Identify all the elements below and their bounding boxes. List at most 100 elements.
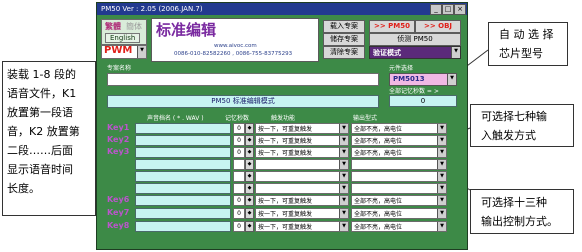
close-button[interactable]: ×: [454, 4, 466, 15]
output-mode-select[interactable]: ▼: [351, 183, 447, 194]
output-mode-select[interactable]: ▼: [351, 171, 447, 182]
output-mode-value: 全部不亮，高电位: [354, 126, 403, 133]
output-mode-select[interactable]: 全部不亮，高电位 ▼: [351, 135, 447, 146]
trigger-mode-select[interactable]: 按一下，可重复触发 ▼: [255, 195, 349, 206]
memory-seconds-value: 0: [233, 195, 245, 206]
chevron-down-icon[interactable]: ▼: [451, 47, 460, 58]
chevron-down-icon[interactable]: ▼: [437, 172, 446, 181]
trigger-mode-select[interactable]: 按一下，可重复触发 ▼: [255, 135, 349, 146]
page-title: 标准编辑: [156, 21, 217, 39]
play-button[interactable]: ◆: [245, 123, 254, 134]
trigger-mode-select[interactable]: ▼: [255, 159, 349, 170]
output-mode-value: 全部不亮，高电位: [354, 211, 403, 218]
traditional-chinese-button[interactable]: 簡体: [126, 21, 142, 32]
voice-file-input[interactable]: [135, 147, 231, 158]
chevron-down-icon[interactable]: ▼: [339, 196, 348, 205]
maximize-button[interactable]: □: [442, 4, 454, 15]
output-mode-select[interactable]: 全部不亮，高电位 ▼: [351, 208, 447, 219]
trigger-mode-select[interactable]: 按一下，可重复触发 ▼: [255, 208, 349, 219]
chevron-down-icon[interactable]: ▼: [339, 184, 348, 193]
key-row: Key7 0 ◆ 按一下，可重复触发 ▼ 全部不亮，高电位 ▼: [97, 208, 467, 219]
chevron-down-icon[interactable]: ▼: [437, 222, 446, 231]
clear-project-button[interactable]: 清除专案: [323, 46, 365, 59]
voice-file-input[interactable]: [135, 183, 231, 194]
voice-file-input[interactable]: [135, 171, 231, 182]
play-button[interactable]: ◆: [245, 208, 254, 219]
chevron-down-icon[interactable]: ▼: [137, 46, 146, 58]
trigger-mode-select[interactable]: 按一下，可重复触发 ▼: [255, 147, 349, 158]
memory-seconds-value: [233, 183, 245, 194]
output-mode-select[interactable]: 全部不亮，高电位 ▼: [351, 195, 447, 206]
chevron-down-icon[interactable]: ▼: [447, 74, 456, 85]
play-button[interactable]: ◆: [245, 147, 254, 158]
key-label: Key1: [107, 123, 130, 132]
seconds-column-header: 记忆秒数: [225, 115, 250, 122]
chevron-down-icon[interactable]: ▼: [339, 222, 348, 231]
key-row: Key1 0 ◆ 按一下，可重复触发 ▼ 全部不亮，高电位 ▼: [97, 123, 467, 134]
key-row: Key6 0 ◆ 按一下，可重复触发 ▼ 全部不亮，高电位 ▼: [97, 195, 467, 206]
website-text: www.aivoc.com: [214, 43, 257, 49]
voice-file-input[interactable]: [135, 195, 231, 206]
english-button[interactable]: English: [105, 33, 141, 43]
play-button[interactable]: ◆: [245, 135, 254, 146]
voice-file-input[interactable]: [135, 135, 231, 146]
trigger-mode-value: 按一下，可重复触发: [258, 126, 313, 133]
chevron-down-icon[interactable]: ▼: [437, 196, 446, 205]
trigger-mode-select[interactable]: ▼: [255, 183, 349, 194]
trigger-mode-select[interactable]: 按一下，可重复触发 ▼: [255, 123, 349, 134]
load-project-button[interactable]: 载入专案: [323, 20, 365, 33]
trigger-mode-select[interactable]: ▼: [255, 171, 349, 182]
app-window: PM50 Ver : 2.05 (2006.JAN.7) _ □ × 繁體 簡体…: [96, 2, 468, 250]
output-mode-select[interactable]: 全部不亮，高电位 ▼: [351, 221, 447, 232]
key-row-hidden: ◆ ▼ ▼: [97, 159, 467, 170]
pm50-button[interactable]: >> PM50: [369, 20, 415, 33]
chevron-down-icon[interactable]: ▼: [339, 136, 348, 145]
memory-seconds-value: 0: [233, 208, 245, 219]
chevron-down-icon[interactable]: ▼: [339, 148, 348, 157]
voice-file-input[interactable]: [135, 208, 231, 219]
output-mode-value: 全部不亮，高电位: [354, 138, 403, 145]
chevron-down-icon[interactable]: ▼: [437, 124, 446, 133]
chevron-down-icon[interactable]: ▼: [437, 136, 446, 145]
voice-file-input[interactable]: [135, 123, 231, 134]
verify-mode-select[interactable]: 验证模式 ▼: [369, 46, 461, 59]
voice-column-header: 声音档名 ( * . WAV ): [147, 115, 204, 122]
play-button[interactable]: ◆: [245, 171, 254, 182]
output-mode-select[interactable]: 全部不亮，高电位 ▼: [351, 123, 447, 134]
voice-file-input[interactable]: [135, 221, 231, 232]
language-panel: 繁體 簡体 English: [101, 19, 147, 45]
play-button[interactable]: ◆: [245, 159, 254, 170]
chevron-down-icon[interactable]: ▼: [437, 160, 446, 169]
output-mode-select[interactable]: 全部不亮，高电位 ▼: [351, 147, 447, 158]
key-label: Key7: [107, 208, 130, 217]
voice-file-input[interactable]: [135, 159, 231, 170]
chevron-down-icon[interactable]: ▼: [339, 124, 348, 133]
chevron-down-icon[interactable]: ▼: [339, 160, 348, 169]
mode-banner: PM50 标准编辑模式: [107, 95, 379, 108]
trigger-mode-value: 按一下，可重复触发: [258, 138, 313, 145]
minimize-button[interactable]: _: [430, 4, 442, 15]
mode-select[interactable]: PWM ▼: [101, 45, 147, 59]
key-row-hidden: ◆ ▼ ▼: [97, 171, 467, 182]
chip-select[interactable]: PM5013 ▼: [389, 73, 457, 86]
trigger-mode-select[interactable]: 按一下，可重复触发 ▼: [255, 221, 349, 232]
key-row: Key3 0 ◆ 按一下，可重复触发 ▼ 全部不亮，高电位 ▼: [97, 147, 467, 158]
save-project-button[interactable]: 储存专案: [323, 33, 365, 46]
output-mode-select[interactable]: ▼: [351, 159, 447, 170]
obj-button[interactable]: >> OBJ: [415, 20, 461, 33]
chevron-down-icon[interactable]: ▼: [437, 209, 446, 218]
chevron-down-icon[interactable]: ▼: [437, 184, 446, 193]
project-name-input[interactable]: [107, 73, 379, 86]
chevron-down-icon[interactable]: ▼: [339, 172, 348, 181]
verify-mode-value: 验证模式: [373, 49, 401, 57]
chevron-down-icon[interactable]: ▼: [437, 148, 446, 157]
detect-pm50-button[interactable]: 侦测 PM50: [369, 33, 461, 46]
memory-seconds-value: 0: [233, 147, 245, 158]
output-mode-value: 全部不亮，高电位: [354, 150, 403, 157]
play-button[interactable]: ◆: [245, 183, 254, 194]
simplified-chinese-button[interactable]: 繁體: [105, 21, 121, 32]
play-button[interactable]: ◆: [245, 195, 254, 206]
chevron-down-icon[interactable]: ▼: [339, 209, 348, 218]
play-button[interactable]: ◆: [245, 221, 254, 232]
key-label: Key3: [107, 147, 130, 156]
